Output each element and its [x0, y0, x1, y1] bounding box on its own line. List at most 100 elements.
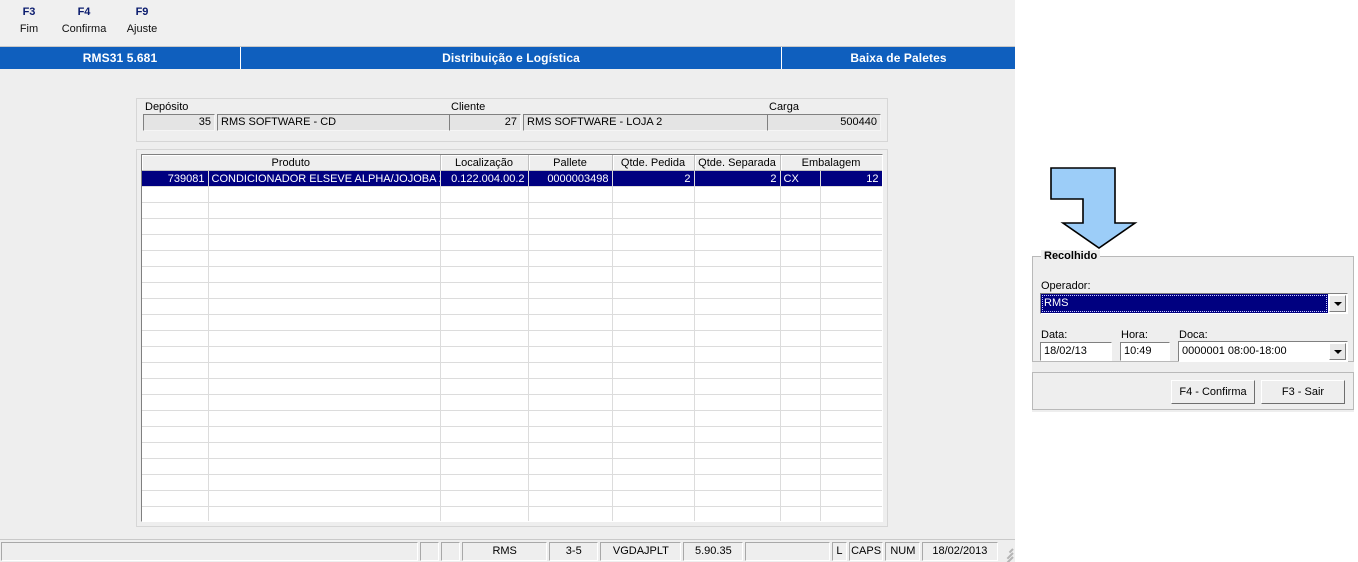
table-row-empty[interactable]	[142, 234, 882, 251]
table-row-empty[interactable]	[142, 250, 882, 267]
data-input[interactable]: 18/02/13	[1040, 342, 1112, 361]
cell-empty	[820, 410, 882, 427]
cell-empty	[142, 298, 209, 315]
function-key-f3[interactable]: F3 Fim	[0, 6, 58, 37]
sair-button[interactable]: F3 - Sair	[1261, 380, 1345, 404]
cell-empty	[208, 314, 441, 331]
resize-grip-icon[interactable]	[1000, 545, 1014, 562]
cell-empty	[780, 442, 821, 459]
cell-empty	[694, 330, 781, 347]
cell-empty	[208, 186, 441, 203]
grid-col-pallete[interactable]: Pallete	[528, 155, 613, 171]
grid-col-localizacao[interactable]: Localização	[440, 155, 529, 171]
operador-label: Operador:	[1041, 280, 1091, 292]
table-row-empty[interactable]	[142, 330, 882, 347]
cell-empty	[612, 298, 695, 315]
table-row-empty[interactable]	[142, 474, 882, 491]
pallet-grid[interactable]: Produto Localização Pallete Qtde. Pedida…	[141, 154, 883, 522]
cell-empty	[694, 378, 781, 395]
cell-empty	[780, 330, 821, 347]
cell-empty	[142, 250, 209, 267]
cell-empty	[208, 362, 441, 379]
cell-empty	[612, 490, 695, 507]
table-row[interactable]: 739081 CONDICIONADOR ELSEVE ALPHA/JOJOBA …	[142, 170, 882, 187]
cell-empty	[694, 250, 781, 267]
cell-empty	[528, 426, 613, 443]
cell-empty	[612, 282, 695, 299]
cell-empty	[780, 218, 821, 235]
table-row-empty[interactable]	[142, 490, 882, 507]
carga-input[interactable]: 500440	[767, 114, 881, 131]
cell-empty	[440, 282, 529, 299]
function-key-f4-key: F4	[77, 6, 91, 18]
cell-empty	[208, 426, 441, 443]
table-row-empty[interactable]	[142, 426, 882, 443]
cell-empty	[142, 314, 209, 331]
cell-empty	[780, 346, 821, 363]
cell-empty	[208, 282, 441, 299]
table-row-empty[interactable]	[142, 314, 882, 331]
function-key-f9-label: Ajuste	[126, 23, 158, 35]
cell-empty	[528, 282, 613, 299]
operador-combobox[interactable]: RMS	[1040, 293, 1348, 314]
client-area: Depósito 35 RMS SOFTWARE - CD Cliente 27…	[0, 69, 1015, 537]
cell-empty	[208, 346, 441, 363]
cliente-code-input[interactable]: 27	[449, 114, 521, 131]
cell-empty	[440, 378, 529, 395]
table-row-empty[interactable]	[142, 506, 882, 521]
operador-dropdown-button[interactable]	[1329, 295, 1346, 312]
cell-empty	[820, 298, 882, 315]
deposito-code-input[interactable]: 35	[143, 114, 215, 131]
status-cell-message	[1, 542, 418, 561]
table-row-empty[interactable]	[142, 458, 882, 475]
table-row-empty[interactable]	[142, 362, 882, 379]
cell-empty	[612, 458, 695, 475]
cell-empty	[528, 330, 613, 347]
grid-col-produto[interactable]: Produto	[142, 155, 441, 171]
cell-empty	[780, 250, 821, 267]
table-row-empty[interactable]	[142, 266, 882, 283]
table-row-empty[interactable]	[142, 282, 882, 299]
cell-empty	[440, 266, 529, 283]
table-row-empty[interactable]	[142, 442, 882, 459]
cell-empty	[780, 282, 821, 299]
cell-localizacao: 0.122.004.00.2	[440, 170, 529, 187]
status-cell-program: VGDAJPLT	[600, 542, 682, 561]
grid-col-embalagem[interactable]: Embalagem	[780, 155, 882, 171]
cell-empty	[528, 218, 613, 235]
confirma-button[interactable]: F4 - Confirma	[1171, 380, 1255, 404]
cell-empty	[440, 186, 529, 203]
function-key-f4[interactable]: F4 Confirma	[55, 6, 113, 37]
cell-empty	[820, 186, 882, 203]
grid-col-qtde-separada[interactable]: Qtde. Separada	[694, 155, 781, 171]
function-key-f3-key: F3	[22, 6, 36, 18]
table-row-empty[interactable]	[142, 410, 882, 427]
function-key-f9[interactable]: F9 Ajuste	[113, 6, 171, 37]
hora-input[interactable]: 10:49	[1120, 342, 1170, 361]
table-row-empty[interactable]	[142, 218, 882, 235]
chevron-down-icon	[1333, 349, 1342, 354]
table-row-empty[interactable]	[142, 202, 882, 219]
cell-empty	[820, 362, 882, 379]
cell-empty	[142, 490, 209, 507]
cell-empty	[820, 474, 882, 491]
cell-empty	[528, 474, 613, 491]
doca-dropdown-button[interactable]	[1329, 343, 1346, 360]
cell-empty	[528, 442, 613, 459]
cell-empty	[612, 266, 695, 283]
cell-empty	[694, 442, 781, 459]
cell-empty	[528, 202, 613, 219]
cell-empty	[694, 266, 781, 283]
table-row-empty[interactable]	[142, 378, 882, 395]
cell-embalagem-qtd: 12	[820, 170, 882, 187]
table-row-empty[interactable]	[142, 186, 882, 203]
grid-col-qtde-pedida[interactable]: Qtde. Pedida	[612, 155, 695, 171]
cell-empty	[528, 346, 613, 363]
doca-combobox[interactable]: 0000001 08:00-18:00	[1178, 341, 1348, 362]
title-band-version: RMS31 5.681	[0, 47, 241, 69]
function-key-f4-label: Confirma	[61, 23, 107, 35]
table-row-empty[interactable]	[142, 394, 882, 411]
table-row-empty[interactable]	[142, 346, 882, 363]
table-row-empty[interactable]	[142, 298, 882, 315]
bent-arrow-down-icon	[1047, 165, 1151, 251]
